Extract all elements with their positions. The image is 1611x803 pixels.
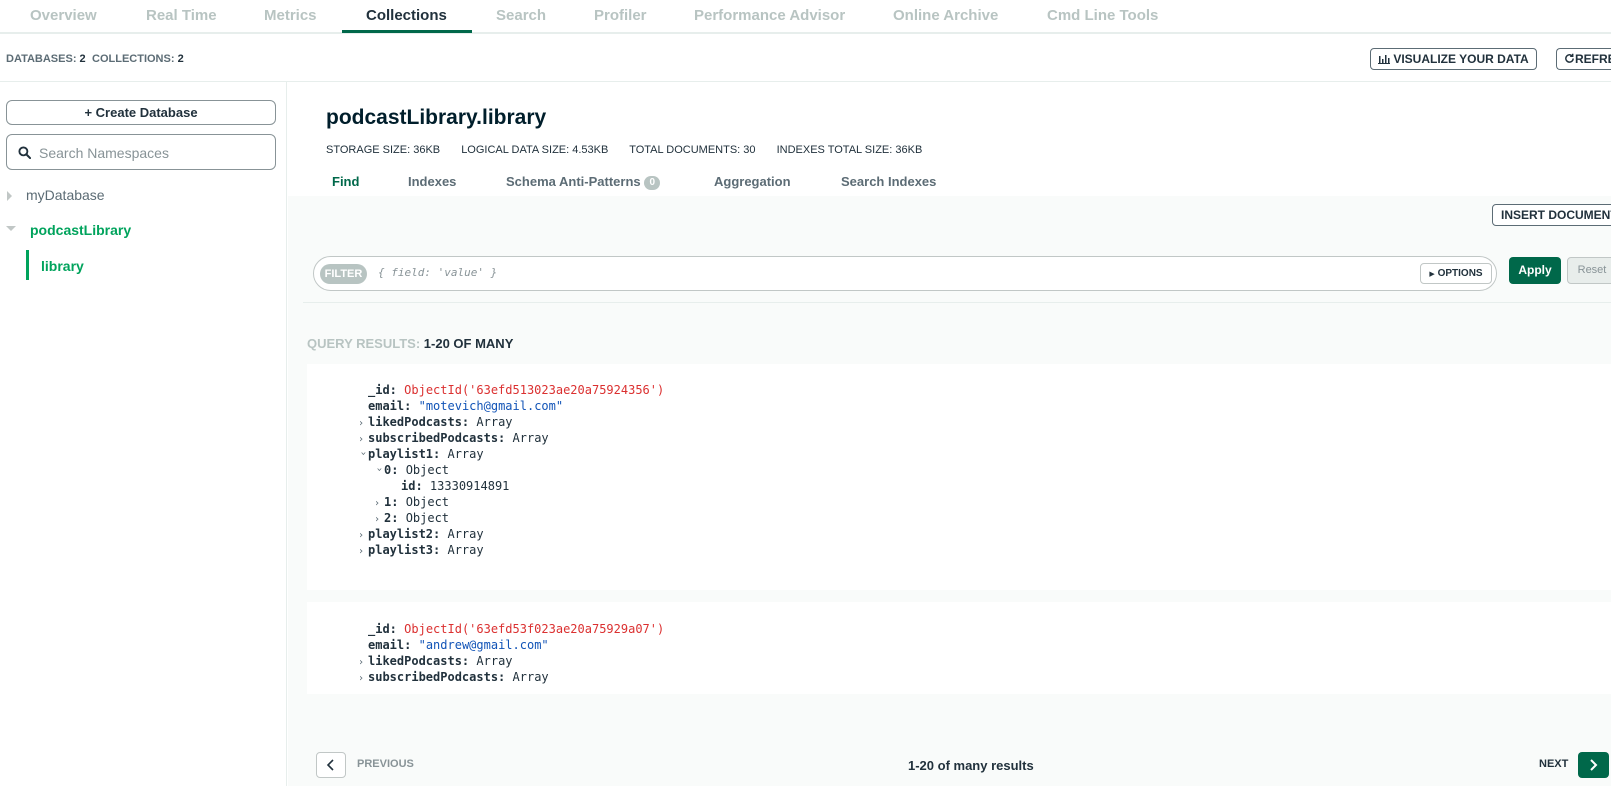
collection-title: podcastLibrary.library xyxy=(326,106,547,129)
doc-field-subscribedpodcasts[interactable]: › subscribedPodcasts: Array xyxy=(358,670,549,684)
find-content: INSERT DOCUMENT FILTER { field: 'value' … xyxy=(288,196,1611,786)
previous-label[interactable]: PREVIOUS xyxy=(357,758,414,770)
collapse-icon xyxy=(6,226,16,231)
filter-bar[interactable]: FILTER { field: 'value' } ▶ OPTIONS xyxy=(313,256,1497,291)
doc-field-playlist1-item-0[interactable]: ›0: Object xyxy=(374,463,450,477)
tab-search[interactable]: Search xyxy=(496,7,546,24)
plus-icon: + xyxy=(84,105,93,120)
expand-icon xyxy=(7,191,12,201)
chevron-down-icon[interactable]: › xyxy=(374,467,385,477)
top-nav: Overview Real Time Metrics Collections S… xyxy=(0,0,1611,34)
search-namespaces-input[interactable] xyxy=(39,143,264,163)
visualize-data-button[interactable]: VISUALIZE YOUR DATA xyxy=(1370,48,1537,70)
subtab-find[interactable]: Find xyxy=(332,174,359,189)
collections-count: COLLECTIONS: 2 xyxy=(92,53,184,65)
storage-size: STORAGE SIZE: 36KB xyxy=(326,144,441,156)
collection-stats: STORAGE SIZE: 36KB LOGICAL DATA SIZE: 4.… xyxy=(326,144,940,156)
tab-profiler[interactable]: Profiler xyxy=(594,7,647,24)
doc-field-playlist1-item-2[interactable]: › 2: Object xyxy=(374,511,449,525)
search-namespaces-field[interactable] xyxy=(6,134,276,170)
query-results-label: QUERY RESULTS: 1-20 OF MANY xyxy=(307,336,514,351)
chevron-right-icon[interactable]: › xyxy=(374,498,384,509)
doc-field-playlist1[interactable]: ›playlist1: Array xyxy=(358,447,484,461)
next-page-button[interactable] xyxy=(1578,752,1609,778)
doc-field-playlist3[interactable]: › playlist3: Array xyxy=(358,543,484,557)
subtab-aggregation[interactable]: Aggregation xyxy=(714,174,791,189)
filter-input[interactable]: { field: 'value' } xyxy=(378,266,497,279)
filter-label: FILTER xyxy=(320,264,367,284)
next-label[interactable]: NEXT xyxy=(1539,758,1568,770)
tab-metrics[interactable]: Metrics xyxy=(264,7,317,24)
reset-button[interactable]: Reset xyxy=(1567,257,1611,284)
chevron-right-icon[interactable]: › xyxy=(374,514,384,525)
total-documents: TOTAL DOCUMENTS: 30 xyxy=(629,144,756,156)
create-database-button[interactable]: + Create Database xyxy=(6,100,276,125)
doc-field-playlist1-item-0-id: id: 13330914891 xyxy=(401,479,510,493)
collection-subtabs: Find Indexes Schema Anti-Patterns 0 Aggr… xyxy=(288,170,1611,196)
results-count: 1-20 of many results xyxy=(908,758,1034,773)
chevron-right-icon[interactable]: › xyxy=(358,657,368,668)
indexes-total-size: INDEXES TOTAL SIZE: 36KB xyxy=(776,144,923,156)
doc-field-id: _id: ObjectId('63efd53f023ae20a75929a07'… xyxy=(368,622,665,636)
previous-page-button[interactable] xyxy=(316,752,346,778)
chevron-right-icon[interactable]: › xyxy=(358,434,368,445)
options-button[interactable]: ▶ OPTIONS xyxy=(1420,263,1492,284)
chevron-right-icon[interactable]: › xyxy=(358,546,368,557)
subtab-search-indexes[interactable]: Search Indexes xyxy=(841,174,936,189)
doc-field-email: email: "motevich@gmail.com" xyxy=(368,399,564,413)
tab-performance-advisor[interactable]: Performance Advisor xyxy=(694,7,845,24)
doc-field-playlist2[interactable]: › playlist2: Array xyxy=(358,527,484,541)
tab-collections[interactable]: Collections xyxy=(366,7,447,24)
doc-field-id: _id: ObjectId('63efd513023ae20a75924356'… xyxy=(368,383,665,397)
subtab-indexes[interactable]: Indexes xyxy=(408,174,456,189)
logical-data-size: LOGICAL DATA SIZE: 4.53KB xyxy=(461,144,609,156)
caret-right-icon: ▶ xyxy=(1429,271,1435,278)
chevron-down-icon[interactable]: › xyxy=(358,451,369,461)
doc-field-email: email: "andrew@gmail.com" xyxy=(368,638,549,652)
active-tab-indicator xyxy=(342,30,472,33)
doc-field-likedpodcasts[interactable]: › likedPodcasts: Array xyxy=(358,654,513,668)
chevron-right-icon[interactable]: › xyxy=(358,418,368,429)
stats-bar: DATABASES: 2 COLLECTIONS: 2 VISUALIZE YO… xyxy=(0,34,1611,82)
databases-count: DATABASES: 2 xyxy=(6,53,86,65)
refresh-button[interactable]: REFRE xyxy=(1556,48,1611,70)
collection-panel: podcastLibrary.library STORAGE SIZE: 36K… xyxy=(288,82,1611,786)
pagination: PREVIOUS 1-20 of many results NEXT xyxy=(288,716,1611,786)
chevron-left-icon xyxy=(326,759,334,771)
db-label: myDatabase xyxy=(26,187,105,203)
chevron-right-icon[interactable]: › xyxy=(358,530,368,541)
doc-field-playlist1-item-1[interactable]: › 1: Object xyxy=(374,495,449,509)
insert-document-button[interactable]: INSERT DOCUMENT xyxy=(1492,204,1611,226)
antipattern-count-badge: 0 xyxy=(644,176,661,190)
document-card: _id: ObjectId('63efd513023ae20a75924356'… xyxy=(307,364,1611,590)
divider xyxy=(303,302,1611,303)
collection-label: library xyxy=(41,258,84,274)
doc-field-likedpodcasts[interactable]: › likedPodcasts: Array xyxy=(358,415,513,429)
document-card: _id: ObjectId('63efd53f023ae20a75929a07'… xyxy=(307,602,1611,694)
refresh-icon xyxy=(1565,53,1574,63)
namespace-sidebar: + Create Database myDatabase podcastLibr… xyxy=(0,82,287,786)
tab-online-archive[interactable]: Online Archive xyxy=(893,7,998,24)
tab-cmd-line-tools[interactable]: Cmd Line Tools xyxy=(1047,7,1158,24)
chevron-right-icon xyxy=(1590,759,1598,771)
active-indicator xyxy=(26,250,29,280)
apply-button[interactable]: Apply xyxy=(1509,257,1561,284)
chevron-right-icon[interactable]: › xyxy=(358,673,368,684)
subtab-schema-anti-patterns[interactable]: Schema Anti-Patterns 0 xyxy=(506,174,661,190)
db-label: podcastLibrary xyxy=(30,222,132,238)
tab-overview[interactable]: Overview xyxy=(30,7,97,24)
bar-chart-icon xyxy=(1378,55,1390,64)
tab-real-time[interactable]: Real Time xyxy=(146,7,217,24)
doc-field-subscribedpodcasts[interactable]: › subscribedPodcasts: Array xyxy=(358,431,549,445)
search-icon xyxy=(18,146,31,159)
